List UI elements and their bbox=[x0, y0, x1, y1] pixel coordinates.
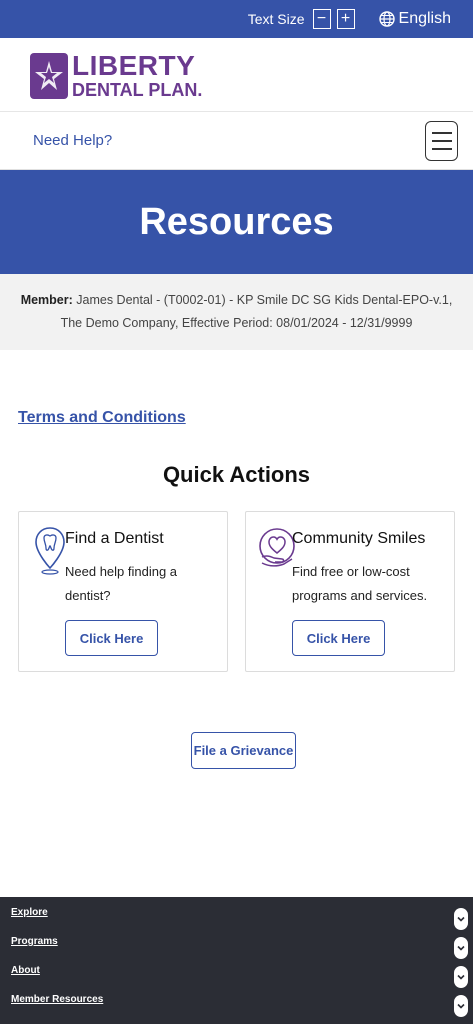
menu-icon-bar bbox=[431, 148, 452, 150]
need-help-link[interactable]: Need Help? bbox=[33, 132, 112, 149]
tooth-location-icon bbox=[35, 527, 65, 575]
logo-line-1: LIBERTY bbox=[72, 50, 196, 81]
utility-bar: Text Size − + English bbox=[0, 0, 473, 38]
logo-header: LIBERTY DENTAL PLAN. bbox=[0, 38, 473, 112]
language-label: English bbox=[398, 10, 451, 27]
chevron-down-icon[interactable] bbox=[454, 937, 468, 959]
heart-hand-icon bbox=[259, 528, 295, 567]
terms-and-conditions-link[interactable]: Terms and Conditions bbox=[18, 409, 186, 427]
chevron-down-icon[interactable] bbox=[454, 908, 468, 930]
member-info: Member: James Dental - (T0002-01) - KP S… bbox=[0, 274, 473, 350]
text-size-increase-button[interactable]: + bbox=[336, 9, 355, 29]
footer-link-about[interactable]: About bbox=[11, 965, 40, 976]
language-selector[interactable]: English bbox=[378, 10, 451, 28]
menu-icon-bar bbox=[431, 140, 452, 142]
member-line-2: The Demo Company, Effective Period: 08/0… bbox=[60, 316, 413, 330]
card-description: Find free or low-cost programs and servi… bbox=[292, 564, 428, 603]
liberty-star-icon bbox=[30, 52, 68, 99]
find-a-dentist-click-here-button[interactable]: Click Here bbox=[65, 620, 158, 656]
text-size-decrease-button[interactable]: − bbox=[312, 9, 331, 29]
menu-icon-bar bbox=[431, 132, 452, 134]
footer-link-explore[interactable]: Explore bbox=[11, 907, 48, 918]
chevron-down-icon[interactable] bbox=[454, 995, 468, 1017]
logo-line-2: DENTAL PLAN. bbox=[72, 80, 203, 100]
file-a-grievance-button[interactable]: File a Grievance bbox=[191, 732, 296, 769]
footer: Explore Programs About Member Resources bbox=[0, 897, 473, 1024]
globe-icon bbox=[378, 11, 395, 27]
page-title: Resources bbox=[0, 170, 473, 274]
community-smiles-card: Community Smiles Find free or low-cost p… bbox=[245, 511, 455, 672]
liberty-logo[interactable]: LIBERTY DENTAL PLAN. bbox=[30, 52, 202, 99]
card-title: Community Smiles bbox=[292, 530, 426, 547]
member-line-1: James Dental - (T0002-01) - KP Smile DC … bbox=[72, 293, 453, 307]
find-a-dentist-card: Find a Dentist Need help finding a denti… bbox=[18, 511, 228, 672]
hamburger-menu-button[interactable] bbox=[425, 121, 458, 161]
footer-link-programs[interactable]: Programs bbox=[11, 936, 58, 947]
quick-actions-title: Quick Actions bbox=[162, 462, 311, 487]
member-label: Member: bbox=[20, 293, 73, 307]
footer-link-member-resources[interactable]: Member Resources bbox=[11, 994, 103, 1005]
text-size-label: Text Size bbox=[247, 11, 305, 27]
help-bar: Need Help? bbox=[0, 112, 473, 170]
card-description: Need help finding a dentist? bbox=[65, 564, 178, 603]
chevron-down-icon[interactable] bbox=[454, 966, 468, 988]
community-smiles-click-here-button[interactable]: Click Here bbox=[292, 620, 385, 656]
card-title: Find a Dentist bbox=[65, 530, 164, 547]
